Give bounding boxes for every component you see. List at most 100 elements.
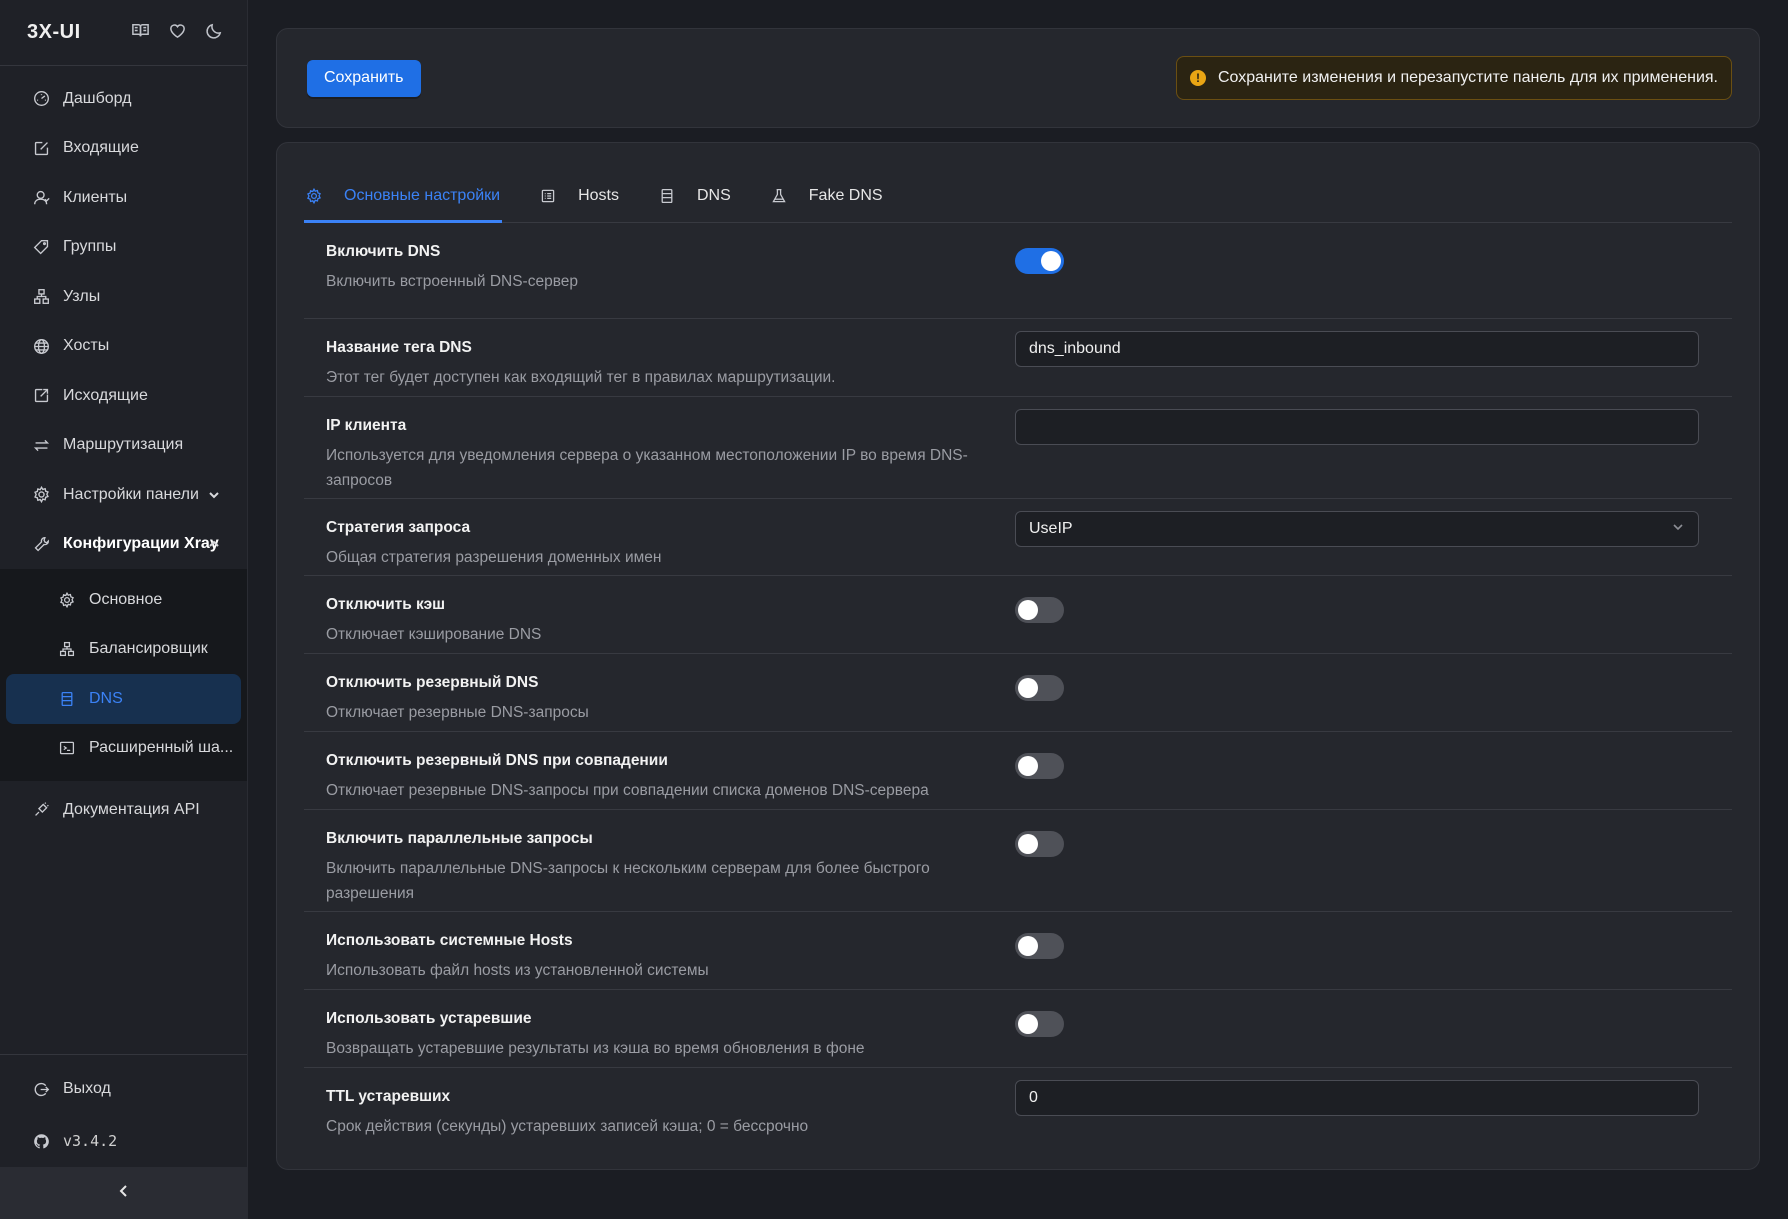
sidebar-item-xray-configs[interactable]: Конфигурации Xray	[0, 520, 247, 570]
toggle-knob	[1018, 1014, 1038, 1034]
sidebar-item-label: Балансировщик	[89, 640, 208, 658]
client-ip-input[interactable]	[1015, 409, 1699, 445]
main-content: Сохранить ! Сохраните изменения и переза…	[276, 28, 1760, 1170]
sidebar-item-label: DNS	[89, 689, 123, 707]
logout-icon	[31, 1079, 51, 1099]
brand-header: 3X-UI	[0, 0, 247, 66]
action-bar: Сохранить ! Сохраните изменения и переза…	[276, 28, 1760, 128]
sidebar-item-dashboard[interactable]: Дашборд	[0, 74, 247, 124]
sidebar-subitem-dns[interactable]: DNS	[6, 674, 241, 724]
sidebar-item-label: Дашборд	[63, 89, 132, 107]
sidebar-item-groups[interactable]: Группы	[0, 223, 247, 273]
sidebar-item-label: Расширенный ша...	[89, 739, 234, 757]
setting-title: Включить DNS	[326, 243, 441, 260]
sidebar-item-label: Группы	[63, 238, 117, 256]
setting-row-parallel-queries: Включить параллельные запросы Включить па…	[304, 810, 1732, 912]
disable-fallback-toggle[interactable]	[1015, 675, 1064, 701]
sidebar-item-label: Исходящие	[63, 386, 148, 404]
query-strategy-select[interactable]: UseIP	[1015, 511, 1699, 547]
disable-fallback-if-match-toggle[interactable]	[1015, 753, 1064, 779]
dns-settings-card: Основные настройки Hosts DNS Fake DNS Вк…	[276, 142, 1760, 1170]
nodes-icon	[59, 640, 77, 658]
enable-dns-toggle[interactable]	[1015, 248, 1064, 274]
setting-row-enable-dns: Включить DNS Включить встроенный DNS-серв…	[304, 223, 1732, 319]
setting-description: Отключает резервные DNS-запросы при совп…	[326, 782, 929, 799]
tab-label: Fake DNS	[808, 187, 883, 204]
sidebar-item-label: Узлы	[63, 287, 101, 305]
chevron-down-icon	[207, 488, 221, 502]
alert-text: Сохраните изменения и перезапустите пане…	[1217, 69, 1718, 86]
toggle-knob	[1018, 936, 1038, 956]
system-hosts-toggle[interactable]	[1015, 933, 1064, 959]
setting-description: Отключает кэширование DNS	[326, 626, 542, 643]
setting-description: Использовать файл hosts из установленной…	[326, 962, 709, 979]
sidebar-item-label: Клиенты	[63, 188, 128, 206]
tab-label: DNS	[697, 187, 731, 204]
sidebar-item-api-docs[interactable]: Документация API	[0, 785, 247, 835]
sidebar-item-label: Настройки панели	[63, 485, 199, 503]
brand-title: 3X-UI	[27, 21, 81, 43]
save-button[interactable]: Сохранить	[307, 59, 421, 97]
setting-row-disable-cache: Отключить кэш Отключает кэширование DNS	[304, 576, 1732, 654]
tab-dns[interactable]: DNS	[657, 170, 733, 222]
chevron-left-icon	[116, 1183, 132, 1204]
sidebar-item-panel-settings[interactable]: Настройки панели	[0, 470, 247, 520]
setting-description: Возвращать устаревшие результаты из кэша…	[326, 1040, 865, 1057]
sidebar-item-routing[interactable]: Маршрутизация	[0, 421, 247, 471]
parallel-queries-toggle[interactable]	[1015, 831, 1064, 857]
github-version-link[interactable]: v3.4.2	[0, 1115, 247, 1167]
stale-ttl-input[interactable]: 0	[1015, 1080, 1699, 1116]
settings-list: Включить DNS Включить встроенный DNS-серв…	[304, 223, 1732, 1146]
sidebar-item-clients[interactable]: Клиенты	[0, 173, 247, 223]
tab-general-settings[interactable]: Основные настройки	[304, 170, 503, 223]
dashboard-icon	[31, 89, 51, 109]
xray-submenu: Основное Балансировщик DNS Расширенный ш…	[0, 569, 247, 781]
server-icon	[59, 690, 77, 708]
setting-row-query-strategy: Стратегия запроса Общая стратегия разреше…	[304, 499, 1732, 576]
brand-icons	[131, 21, 224, 45]
moon-icon[interactable]	[205, 21, 224, 45]
terminal-icon	[59, 739, 77, 757]
settings-tabs: Основные настройки Hosts DNS Fake DNS	[304, 143, 1732, 223]
setting-title: Включить параллельные запросы	[326, 830, 593, 847]
setting-row-client-ip: IP клиента Используется для уведомления с…	[304, 397, 1732, 499]
version-label: v3.4.2	[63, 1132, 118, 1150]
sidebar-subitem-advanced-template[interactable]: Расширенный ша...	[6, 724, 241, 774]
sidebar-item-inbounds[interactable]: Входящие	[0, 124, 247, 174]
sidebar-item-nodes[interactable]: Узлы	[0, 272, 247, 322]
list-icon	[540, 187, 558, 205]
sidebar-item-outbounds[interactable]: Исходящие	[0, 371, 247, 421]
tag-icon	[31, 237, 51, 257]
inbound-icon	[31, 138, 51, 158]
setting-title: Стратегия запроса	[326, 519, 471, 536]
heart-icon[interactable]	[168, 21, 187, 45]
sidebar-item-label: Основное	[89, 590, 163, 608]
serve-stale-toggle[interactable]	[1015, 1011, 1064, 1037]
setting-title: Использовать устаревшие	[326, 1010, 532, 1027]
gear-icon	[59, 591, 77, 609]
select-value: UseIP	[1029, 520, 1073, 537]
tab-hosts[interactable]: Hosts	[538, 170, 621, 222]
logout-button[interactable]: Выход	[0, 1063, 247, 1115]
sidebar-collapse-button[interactable]	[0, 1167, 247, 1219]
setting-row-system-hosts: Использовать системные Hosts Использовать…	[304, 912, 1732, 990]
setting-title: IP клиента	[326, 417, 407, 434]
toggle-knob	[1018, 600, 1038, 620]
nodes-icon	[31, 287, 51, 307]
sidebar-subitem-general[interactable]: Основное	[6, 575, 241, 625]
disable-cache-toggle[interactable]	[1015, 597, 1064, 623]
clients-icon	[31, 188, 51, 208]
github-icon	[31, 1131, 51, 1151]
tab-fake-dns[interactable]: Fake DNS	[769, 170, 885, 222]
sidebar-item-label: Входящие	[63, 139, 139, 157]
setting-title: Название тега DNS	[326, 339, 472, 356]
dns-tag-input[interactable]: dns_inbound	[1015, 331, 1699, 367]
routing-icon	[31, 435, 51, 455]
sidebar-item-hosts[interactable]: Хосты	[0, 322, 247, 372]
setting-description: Срок действия (секунды) устаревших запис…	[326, 1118, 809, 1135]
sidebar-subitem-balancer[interactable]: Балансировщик	[6, 625, 241, 675]
book-icon[interactable]	[131, 21, 150, 45]
sidebar-item-label: Документация API	[63, 800, 200, 818]
setting-description: Включить встроенный DNS-сервер	[326, 273, 579, 290]
chevron-up-icon	[207, 537, 221, 551]
